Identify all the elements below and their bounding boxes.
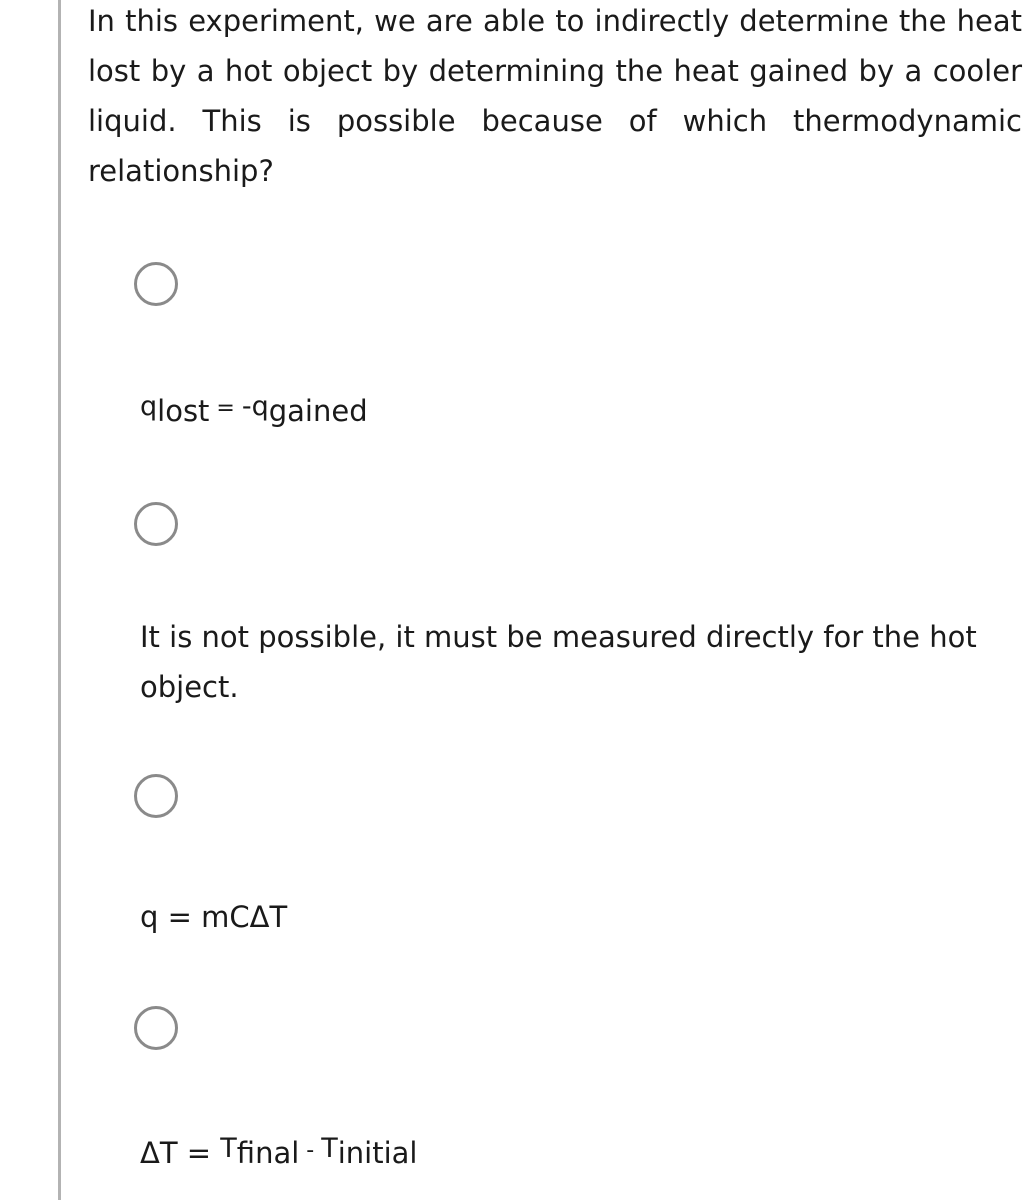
option-2-radio[interactable] — [134, 502, 178, 546]
question-text: In this experiment, we are able to indir… — [88, 4, 1022, 188]
option-3-radio[interactable] — [134, 774, 178, 818]
option-4-radio[interactable] — [134, 1006, 178, 1050]
left-border — [58, 0, 61, 1200]
q-gained: qgained — [251, 391, 368, 428]
option-2-label[interactable]: It is not possible, it must be measured … — [140, 612, 1020, 712]
q-lost: qlost — [140, 391, 210, 428]
option-1-radio[interactable] — [134, 262, 178, 306]
option-4-label[interactable]: ΔT = Tfinal - Tinitial — [140, 1128, 1020, 1182]
option-3-label[interactable]: q = mCΔT — [140, 892, 1020, 942]
option-1-label[interactable]: qlost = -qgained — [140, 386, 1020, 440]
